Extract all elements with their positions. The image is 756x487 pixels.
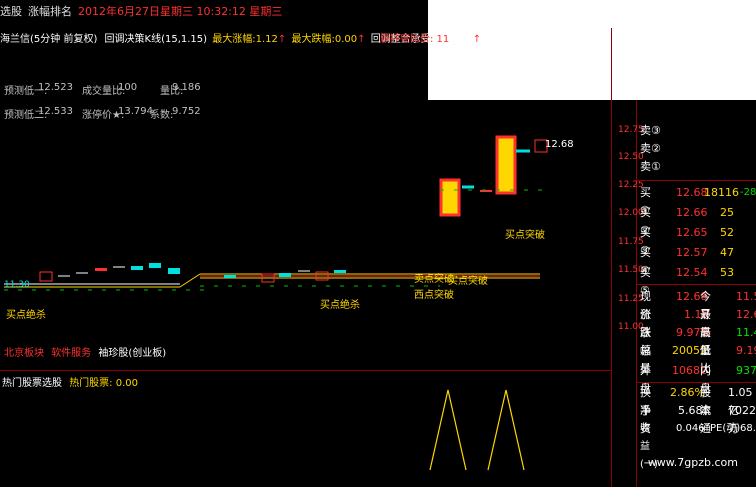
overlay-blank — [346, 230, 440, 270]
quote-divider-2 — [637, 284, 756, 285]
candle — [279, 273, 291, 277]
candle — [149, 263, 161, 268]
candle — [39, 271, 53, 282]
candle — [439, 178, 461, 217]
axis-divider — [611, 28, 612, 487]
candle — [495, 135, 517, 195]
high-price-flag: 12.68 — [545, 139, 574, 150]
sell-3: 卖③ — [640, 124, 661, 137]
sector-beijing[interactable]: 北京板块 — [4, 348, 44, 359]
candle — [131, 266, 143, 270]
panel-divider — [0, 370, 612, 371]
sector-board[interactable]: 袖珍股(创业板) — [98, 348, 166, 359]
candle — [168, 268, 180, 274]
sell-2: 卖② — [640, 142, 661, 155]
lower-panel-header: 热门股票选股 热门股票: 0.00 — [2, 374, 138, 389]
candle — [95, 268, 107, 271]
sector-software[interactable]: 软件服务 — [51, 348, 91, 359]
watermark: www.7gpzb.com — [647, 456, 738, 469]
candle — [334, 270, 346, 273]
quote-divider-3 — [637, 382, 756, 383]
lower-panel-label: 热门股票: — [69, 378, 113, 389]
signal-buy-2: 买点绝杀 — [320, 300, 360, 311]
signal-break-1: 买点突破 — [505, 230, 545, 241]
lower-panel-value: 0.00 — [115, 378, 139, 389]
lower-panel-title: 热门股票选股 — [2, 378, 62, 389]
sector-links: 北京板块 软件服务 袖珍股(创业板) — [4, 344, 166, 359]
signal-break-3: 西点突破 — [414, 290, 454, 301]
sell-1: 卖① — [640, 160, 661, 173]
signal-break-4: 买点突破 — [448, 276, 488, 287]
signal-buy-1: 买点绝杀 — [6, 310, 46, 321]
low-price-flag: 11.30 — [4, 280, 30, 290]
book-divider — [637, 180, 756, 181]
candle — [224, 275, 236, 278]
